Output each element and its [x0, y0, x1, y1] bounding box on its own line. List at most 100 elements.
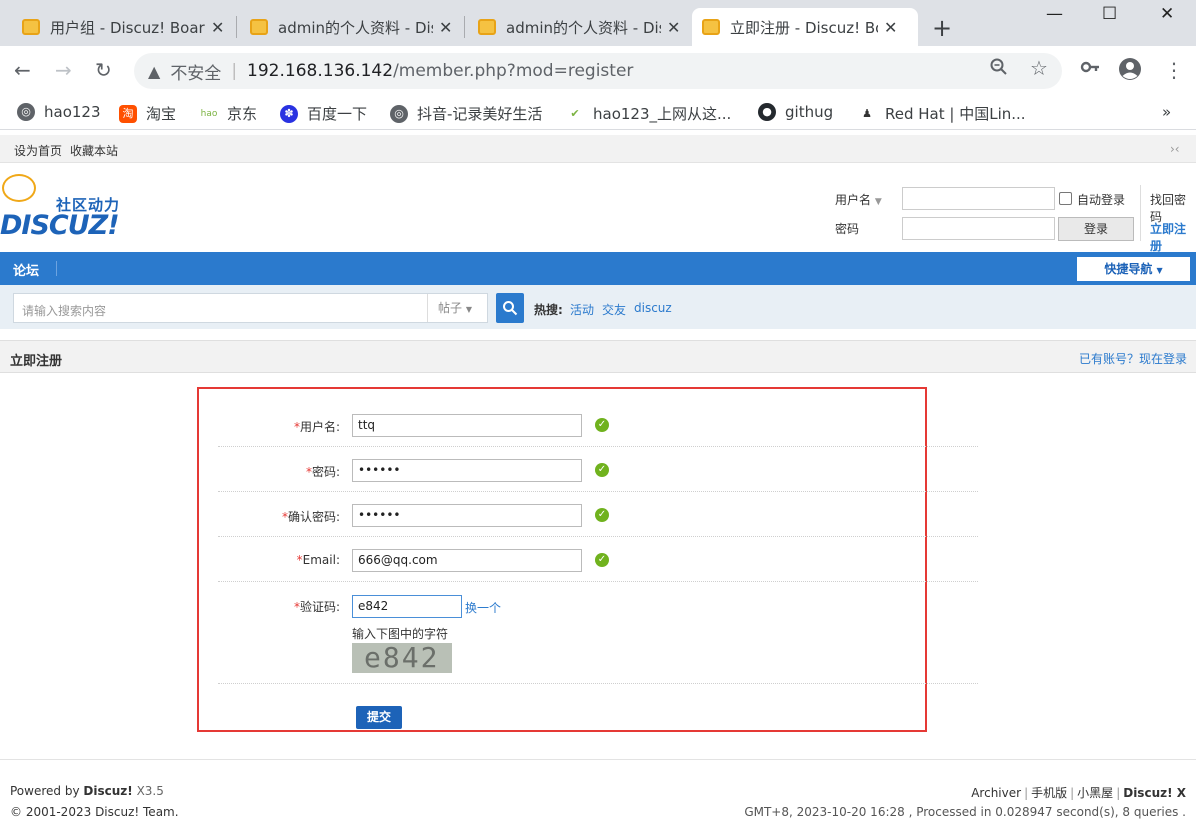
hot-search-item[interactable]: 交友	[602, 301, 626, 318]
mobile-link[interactable]: 手机版	[1031, 786, 1067, 800]
url-path: /member.php?mod=register	[393, 61, 634, 81]
page-title: 立即注册	[10, 354, 63, 369]
submit-button[interactable]: 提交	[356, 706, 402, 729]
warning-icon: ▲	[148, 61, 161, 81]
search-box: 请输入搜索内容 帖子 ▼	[13, 293, 488, 323]
dropdown-arrow-icon[interactable]: ▼	[875, 197, 882, 207]
taobao-icon: 淘	[119, 104, 137, 123]
search-input[interactable]: 请输入搜索内容	[22, 302, 106, 319]
bookmark-star-icon[interactable]: ☆	[1030, 56, 1048, 80]
bookmark-baidu[interactable]: ✽ 百度一下	[280, 103, 367, 124]
bookmark-label: hao123	[44, 103, 101, 121]
url-divider: |	[231, 61, 238, 81]
close-window-icon[interactable]: ✕	[1160, 4, 1174, 24]
login-button[interactable]: 登录	[1058, 217, 1134, 241]
topbar-toggle-icon[interactable]: ›‹	[1170, 142, 1180, 156]
key-icon[interactable]	[1080, 58, 1100, 81]
close-tab-icon[interactable]: ✕	[884, 18, 897, 37]
email-field[interactable]: 666@qq.com	[352, 549, 582, 572]
tab-separator	[464, 16, 465, 38]
close-tab-icon[interactable]: ✕	[211, 18, 224, 37]
login-divider	[1140, 185, 1141, 241]
register-link[interactable]: 立即注册	[1150, 220, 1196, 254]
browser-tab-3[interactable]: admin的个人资料 - Discuz! Board ✕	[468, 8, 690, 46]
bookmark-label: githug	[785, 103, 834, 121]
password-field[interactable]: ••••••	[352, 459, 582, 482]
username-label: 用户名 ▼	[835, 193, 882, 207]
site-logo[interactable]: 社区动力 DISCUZ!	[0, 172, 135, 242]
search-button[interactable]	[496, 293, 524, 323]
check-valid-icon: ✓	[595, 508, 609, 522]
blacklist-link[interactable]: 小黑屋	[1077, 786, 1113, 800]
main-nav: 论坛 快捷导航 ▼	[0, 252, 1196, 285]
discuz-favicon-icon	[22, 19, 40, 35]
copyright: © 2001-2023 Discuz! Team.	[10, 805, 179, 819]
discuz-link[interactable]: Discuz!	[83, 784, 132, 798]
bookmark-jd[interactable]: hao 京东	[200, 103, 257, 124]
check-valid-icon: ✓	[595, 463, 609, 477]
auto-login-label: 自动登录	[1077, 193, 1126, 207]
bookmarks-overflow-icon[interactable]: »	[1162, 103, 1171, 121]
search-type-label: 帖子	[438, 301, 463, 315]
profile-avatar-icon[interactable]	[1118, 57, 1142, 86]
bookmark-taobao[interactable]: 淘 淘宝	[119, 103, 176, 124]
captcha-field[interactable]: e842	[352, 595, 462, 618]
footer-divider	[0, 759, 1196, 760]
bookmark-label: 抖音-记录美好生活	[417, 105, 543, 123]
close-tab-icon[interactable]: ✕	[667, 18, 680, 37]
hot-search-label: 热搜:	[534, 303, 563, 317]
footer-links: Archiver | 手机版 | 小黑屋 | Discuz! X	[971, 786, 1186, 800]
search-type-select[interactable]: 帖子 ▼	[427, 294, 488, 322]
captcha-image-text: e842	[364, 641, 440, 674]
browser-tab-2[interactable]: admin的个人资料 - Discuz! Board ✕	[240, 8, 462, 46]
discuz-x-link[interactable]: Discuz! X	[1123, 786, 1186, 800]
url-field[interactable]: ▲ 不安全 | 192.168.136.142/member.php?mod=r…	[134, 53, 1062, 89]
zoom-icon[interactable]	[990, 58, 1008, 81]
maximize-icon[interactable]: ☐	[1102, 4, 1117, 24]
chevron-down-icon: ▼	[1156, 266, 1163, 275]
set-home-link[interactable]: 设为首页	[14, 142, 62, 159]
copyright-text: © 2001-2023	[10, 805, 92, 819]
globe-icon: ◎	[17, 103, 35, 121]
browser-menu-icon[interactable]: ⋮	[1164, 58, 1184, 82]
hot-search-item[interactable]: 活动	[570, 301, 594, 318]
bookmark-label: 京东	[227, 105, 258, 123]
tab-separator	[236, 16, 237, 38]
bookmark-redhat[interactable]: ♟ Red Hat | 中国Lin...	[858, 103, 1026, 124]
discuz-favicon-icon	[478, 19, 496, 35]
version-text: X3.5	[136, 784, 164, 798]
login-username-input[interactable]	[902, 187, 1055, 210]
browser-tab-active[interactable]: 立即注册 - Discuz! Board ✕	[692, 8, 918, 46]
nav-separator	[56, 261, 57, 276]
nav-forum[interactable]: 论坛	[13, 260, 39, 279]
bookmark-hao123[interactable]: ◎ hao123	[17, 103, 101, 121]
reload-icon[interactable]: ↻	[95, 58, 112, 82]
new-tab-icon[interactable]: +	[932, 14, 952, 42]
minimize-icon[interactable]: —	[1046, 4, 1063, 24]
confirm-password-field[interactable]: ••••••	[352, 504, 582, 527]
captcha-image[interactable]: e842	[352, 643, 452, 673]
auto-login-checkbox[interactable]	[1059, 192, 1072, 205]
password-label: 密码	[835, 222, 860, 236]
login-now-link[interactable]: 已有账号？现在登录	[1079, 350, 1187, 367]
bookmark-site-link[interactable]: 收藏本站	[70, 142, 118, 159]
bookmark-github[interactable]: ● githug	[758, 103, 833, 121]
browser-tab-1[interactable]: 用户组 - Discuz! Board ✕	[12, 8, 234, 46]
username-field[interactable]: ttq	[352, 414, 582, 437]
archiver-link[interactable]: Archiver	[971, 786, 1021, 800]
bookmark-hao123-home[interactable]: ✔ hao123_上网从这...	[566, 103, 731, 124]
captcha-refresh-link[interactable]: 换一个	[465, 599, 501, 616]
close-tab-icon[interactable]: ✕	[439, 18, 452, 37]
url-host: 192.168.136.142	[247, 61, 394, 81]
hot-search-item[interactable]: discuz	[634, 301, 672, 315]
check-valid-icon: ✓	[595, 553, 609, 567]
search-bar: 请输入搜索内容 帖子 ▼ 热搜: 活动 交友 discuz	[0, 285, 1196, 329]
team-link[interactable]: Discuz! Team.	[95, 805, 178, 819]
back-icon[interactable]: ←	[14, 58, 31, 82]
hao-icon: ✔	[566, 104, 584, 123]
forward-icon[interactable]: →	[55, 58, 72, 82]
bookmark-douyin[interactable]: ◎ 抖音-记录美好生活	[390, 103, 542, 124]
login-password-input[interactable]	[902, 217, 1055, 240]
bookmarks-bar: ◎ hao123 淘 淘宝 hao 京东 ✽ 百度一下 ◎ 抖音-记录美好生活 …	[0, 96, 1196, 130]
quick-nav-button[interactable]: 快捷导航 ▼	[1077, 257, 1190, 281]
